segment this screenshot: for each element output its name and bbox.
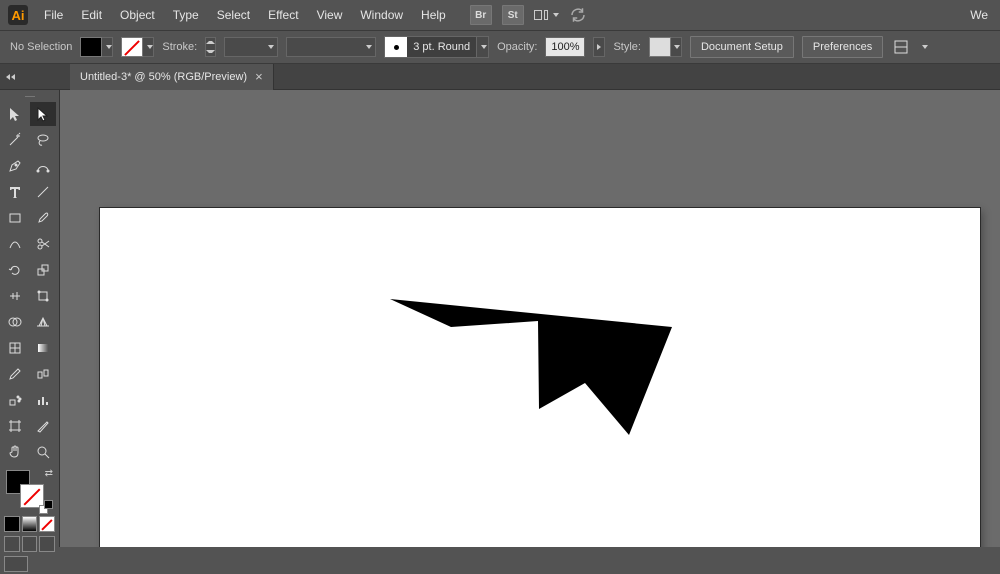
menu-help[interactable]: Help <box>413 4 454 26</box>
line-segment-tool[interactable] <box>30 180 56 204</box>
brush-definition[interactable]: 3 pt. Round <box>384 36 489 58</box>
mesh-tool[interactable] <box>2 336 28 360</box>
align-chevron-icon[interactable] <box>922 45 928 49</box>
preferences-button[interactable]: Preferences <box>802 36 883 58</box>
curvature-tool[interactable] <box>30 154 56 178</box>
type-tool[interactable] <box>2 180 28 204</box>
collapse-panel-toggle[interactable] <box>0 64 70 90</box>
brush-preview-icon <box>385 37 407 57</box>
document-setup-button[interactable]: Document Setup <box>690 36 794 58</box>
stroke-weight-stepper[interactable] <box>205 37 216 57</box>
fill-swatch[interactable] <box>80 37 102 57</box>
graphic-style-dropdown[interactable] <box>671 37 682 57</box>
gradient-mode-button[interactable] <box>22 516 38 532</box>
artwork-shape[interactable] <box>390 299 680 439</box>
arrange-documents[interactable] <box>534 10 559 20</box>
menu-file[interactable]: File <box>36 4 71 26</box>
scale-tool[interactable] <box>30 258 56 282</box>
control-bar: No Selection Stroke: 3 pt. Round Opacity… <box>0 30 1000 64</box>
align-to-dropdown[interactable] <box>891 37 911 57</box>
rectangle-tool[interactable] <box>2 206 28 230</box>
magic-wand-tool[interactable] <box>2 128 28 152</box>
document-tab-title: Untitled-3* @ 50% (RGB/Preview) <box>80 71 247 83</box>
document-tab[interactable]: Untitled-3* @ 50% (RGB/Preview) × <box>70 64 274 90</box>
selection-indicator: No Selection <box>10 41 72 53</box>
eyedropper-tool[interactable] <box>2 362 28 386</box>
stock-icon[interactable]: St <box>502 5 524 25</box>
brush-name: 3 pt. Round <box>407 41 476 53</box>
fill-stroke-selector[interactable]: ⇄ <box>0 466 59 514</box>
width-tool[interactable] <box>2 284 28 308</box>
menu-edit[interactable]: Edit <box>73 4 110 26</box>
close-tab-button[interactable]: × <box>255 69 263 84</box>
menu-view[interactable]: View <box>309 4 351 26</box>
stroke-label: Stroke: <box>162 41 197 53</box>
shape-builder-tool[interactable] <box>2 310 28 334</box>
pen-tool[interactable] <box>2 154 28 178</box>
menu-type[interactable]: Type <box>165 4 207 26</box>
swap-fill-stroke-icon[interactable]: ⇄ <box>45 468 53 479</box>
stroke-dropdown[interactable] <box>143 37 154 57</box>
menu-window[interactable]: Window <box>352 4 411 26</box>
hand-tool[interactable] <box>2 440 28 464</box>
lasso-tool[interactable] <box>30 128 56 152</box>
stroke-weight-dropdown[interactable] <box>224 37 278 57</box>
artboard-tool[interactable] <box>2 414 28 438</box>
perspective-grid-tool[interactable] <box>30 310 56 334</box>
document-tab-bar: Untitled-3* @ 50% (RGB/Preview) × <box>0 64 1000 90</box>
draw-inside-button[interactable] <box>39 536 55 552</box>
menu-select[interactable]: Select <box>209 4 258 26</box>
selection-tool[interactable] <box>2 102 28 126</box>
workspace: ⇄ <box>0 90 1000 547</box>
stroke-swatch[interactable] <box>121 37 143 57</box>
screen-mode-button[interactable] <box>4 556 28 572</box>
graphic-style-swatch[interactable] <box>649 37 671 57</box>
opacity-input[interactable]: 100% <box>545 37 585 57</box>
app-icon: Ai <box>8 5 28 25</box>
default-fill-stroke-icon-2[interactable] <box>44 500 53 509</box>
brush-dropdown[interactable] <box>476 37 488 57</box>
free-transform-tool[interactable] <box>30 284 56 308</box>
app-icon-label: Ai <box>12 8 25 23</box>
color-mode-button[interactable] <box>4 516 20 532</box>
bridge-icon[interactable]: Br <box>470 5 492 25</box>
slice-tool[interactable] <box>30 414 56 438</box>
panel-grip[interactable] <box>0 92 59 100</box>
symbol-sprayer-tool[interactable] <box>2 388 28 412</box>
none-mode-button[interactable] <box>39 516 55 532</box>
style-label: Style: <box>613 41 641 53</box>
opacity-dropdown[interactable] <box>593 37 605 57</box>
sync-settings-icon[interactable] <box>569 6 587 24</box>
shaper-tool[interactable] <box>2 232 28 256</box>
canvas-area[interactable] <box>60 90 1000 547</box>
opacity-label: Opacity: <box>497 41 537 53</box>
rotate-tool[interactable] <box>2 258 28 282</box>
column-graph-tool[interactable] <box>30 388 56 412</box>
draw-normal-button[interactable] <box>4 536 20 552</box>
zoom-tool[interactable] <box>30 440 56 464</box>
direct-selection-tool[interactable] <box>30 102 56 126</box>
menu-bar: Ai File Edit Object Type Select Effect V… <box>0 0 1000 30</box>
fill-dropdown[interactable] <box>102 37 113 57</box>
variable-width-profile[interactable] <box>286 37 376 57</box>
gradient-tool[interactable] <box>30 336 56 360</box>
scissors-tool[interactable] <box>30 232 56 256</box>
tools-panel: ⇄ <box>0 90 60 547</box>
menu-object[interactable]: Object <box>112 4 163 26</box>
workspace-switcher[interactable]: We <box>970 8 992 22</box>
blend-tool[interactable] <box>30 362 56 386</box>
draw-behind-button[interactable] <box>22 536 38 552</box>
menu-effect[interactable]: Effect <box>260 4 306 26</box>
paintbrush-tool[interactable] <box>30 206 56 230</box>
